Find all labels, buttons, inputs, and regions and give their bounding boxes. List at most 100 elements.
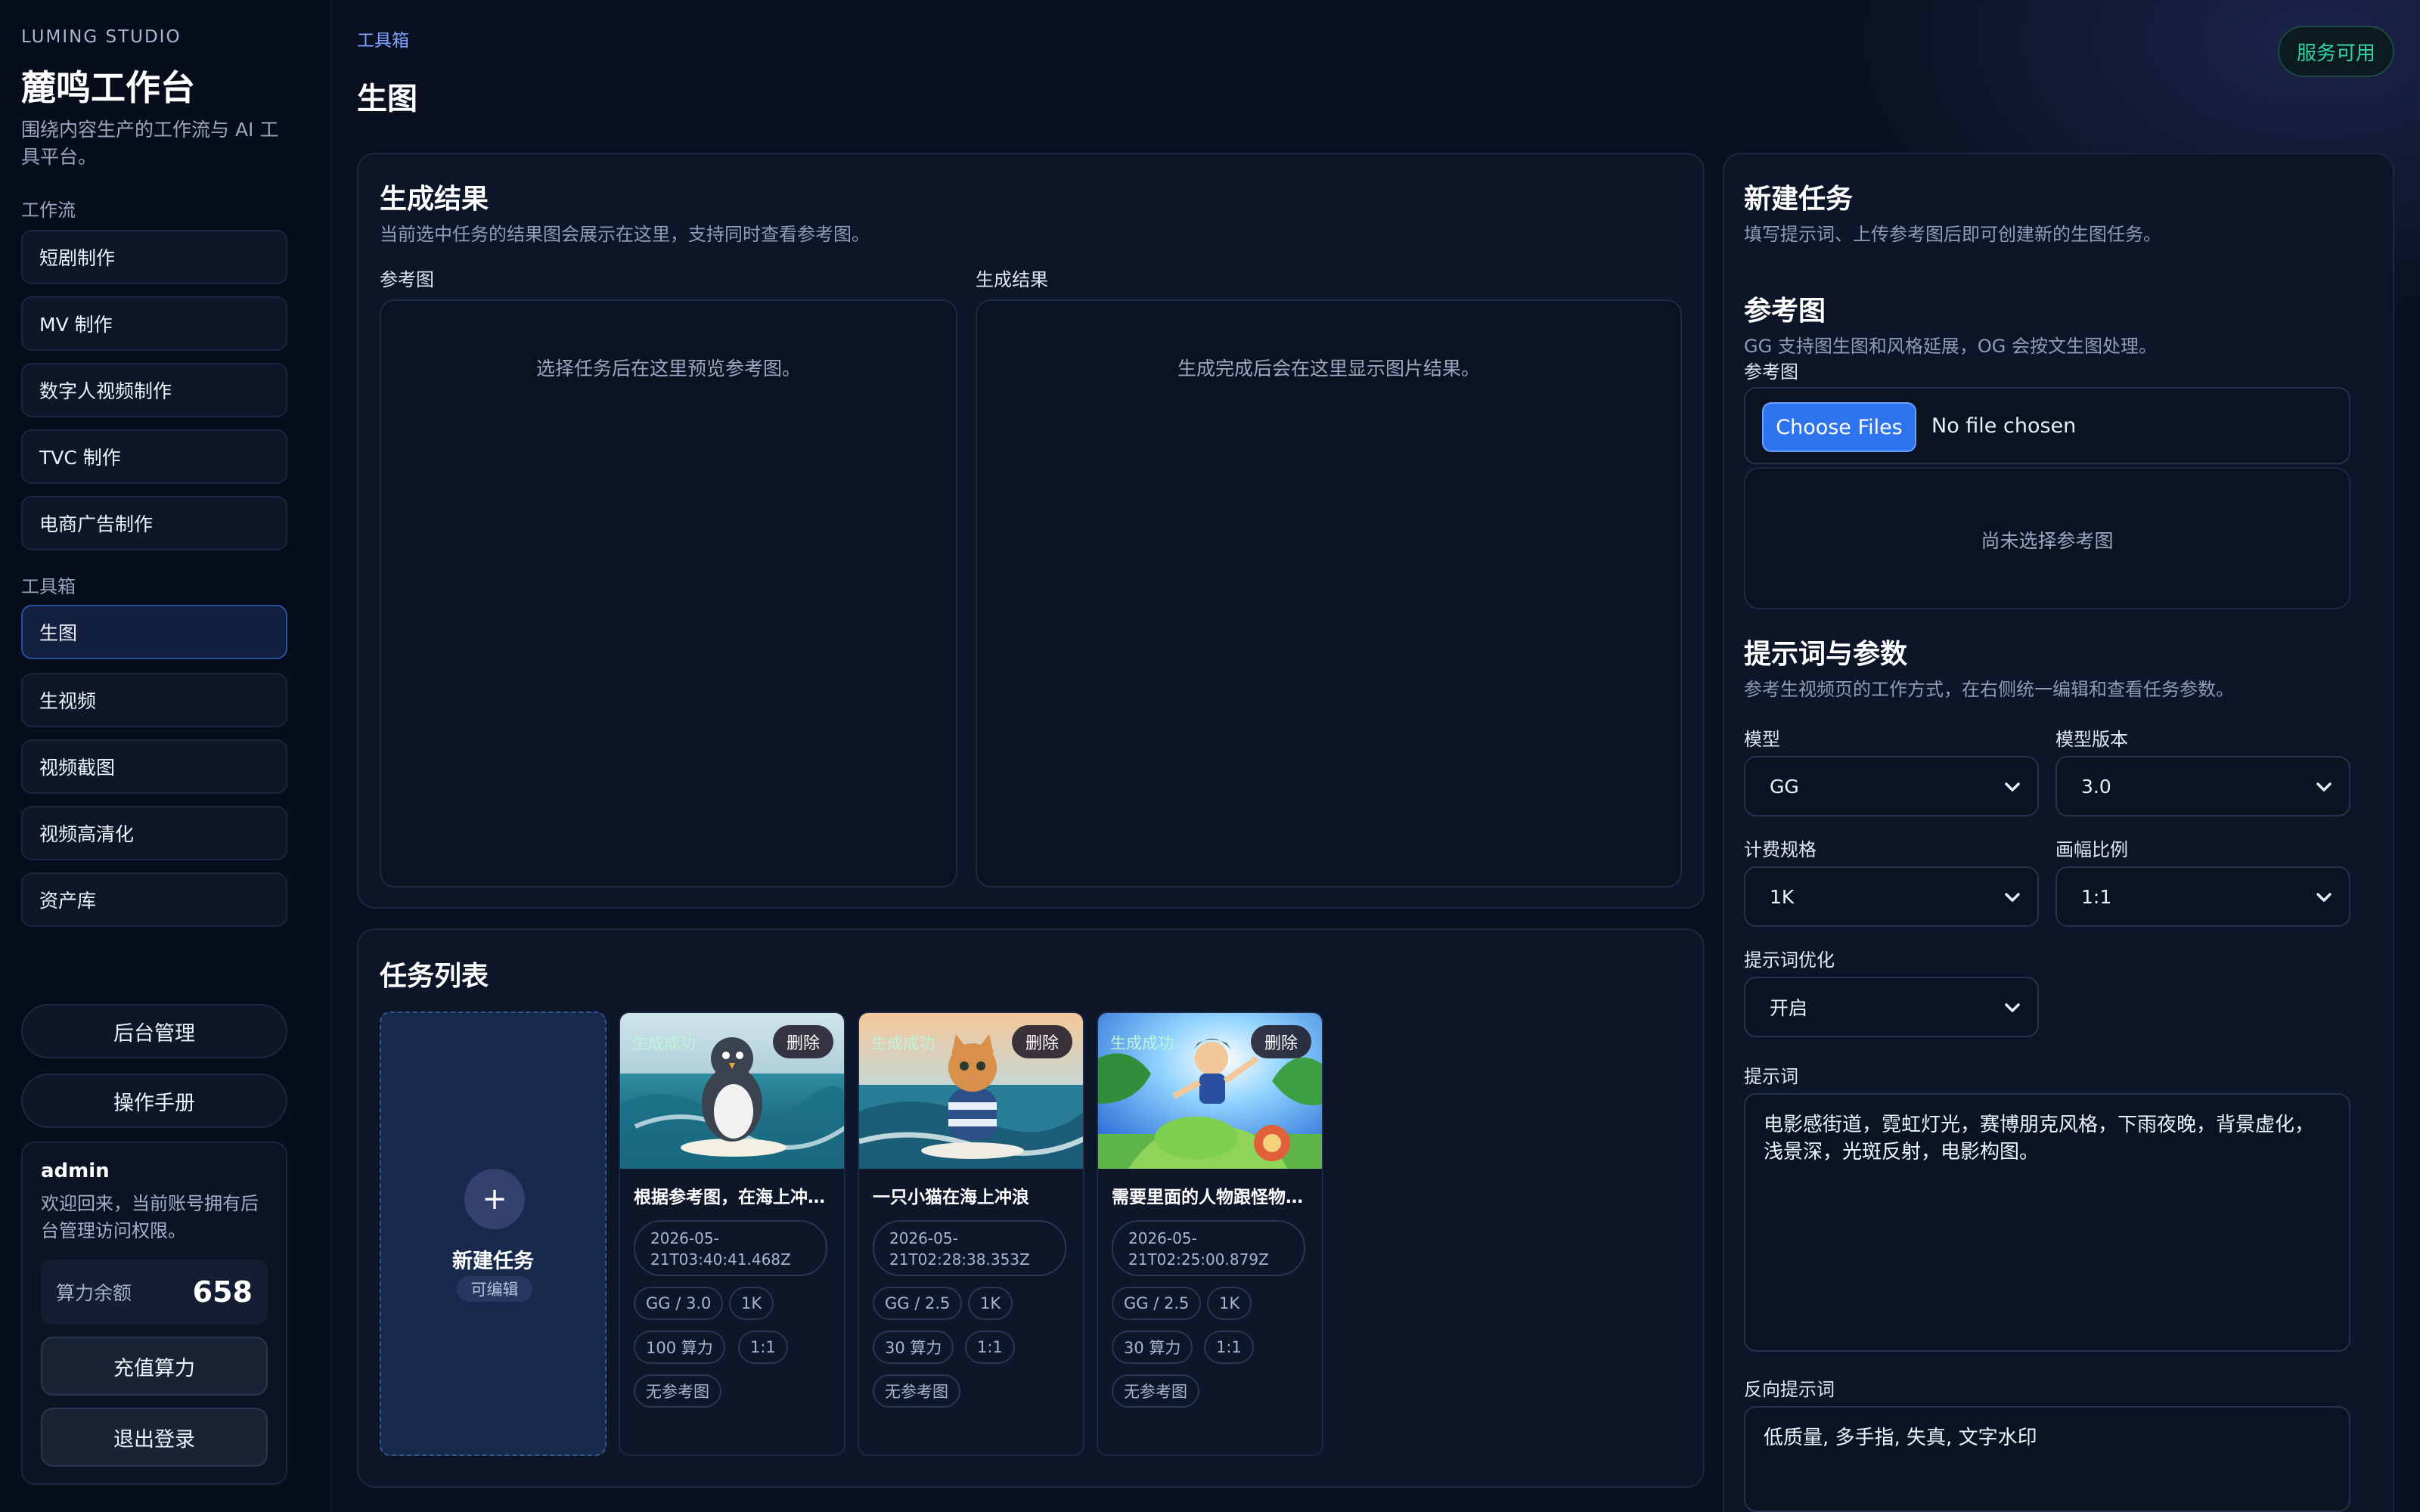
success-badge: 生成成功 (1110, 1034, 1174, 1052)
output-preview: 生成完成后会在这里显示图片结果。 (976, 299, 1682, 888)
sidebar-item-tvc[interactable]: TVC 制作 (21, 429, 287, 484)
optimize-value: 开启 (1770, 997, 1808, 1019)
logout-button[interactable]: 退出登录 (41, 1408, 268, 1467)
reference-label: 参考图 (380, 269, 434, 290)
chevron-down-icon (2005, 893, 2020, 902)
user-description: 欢迎回来，当前账号拥有后台管理访问权限。 (41, 1193, 259, 1241)
delete-button[interactable]: 删除 (1012, 1025, 1072, 1058)
chevron-down-icon (2005, 1003, 2020, 1012)
task-thumbnail[interactable]: 生成成功 删除 (859, 1013, 1083, 1169)
task-thumbnail[interactable]: 生成成功 删除 (620, 1013, 844, 1169)
breadcrumb[interactable]: 工具箱 (357, 26, 409, 51)
status-badge: 服务可用 (2278, 26, 2394, 77)
new-task-card[interactable]: + 新建任务 可编辑 (380, 1012, 607, 1456)
form-subtitle: 填写提示词、上传参考图后即可创建新的生图任务。 (1744, 224, 2161, 245)
version-select[interactable]: 3.0 (2055, 756, 2350, 816)
model-chip: GG / 2.5 (873, 1287, 963, 1320)
prompt-label: 提示词 (1744, 1066, 1798, 1087)
cost-chip: 30 算力 (873, 1331, 954, 1364)
reference-chip: 无参考图 (634, 1374, 721, 1408)
cost-chip: 30 算力 (1112, 1331, 1193, 1364)
delete-button[interactable]: 删除 (1251, 1025, 1311, 1058)
sidebar-item-short-drama[interactable]: 短剧制作 (21, 230, 287, 284)
results-subtitle: 当前选中任务的结果图会展示在这里，支持同时查看参考图。 (380, 224, 870, 245)
ratio-select[interactable]: 1:1 (2055, 866, 2350, 927)
chevron-down-icon (2005, 782, 2020, 792)
params-desc: 参考生视频页的工作方式，在右侧统一编辑和查看任务参数。 (1744, 679, 2234, 700)
task-time: 2026-05-21T02:25:00.879Z (1112, 1220, 1305, 1276)
user-name: admin (41, 1160, 110, 1182)
output-placeholder: 生成完成后会在这里显示图片结果。 (1177, 358, 1480, 380)
reference-chip: 无参考图 (1112, 1374, 1199, 1408)
credit-label: 算力余额 (56, 1282, 132, 1304)
spec-chip: 1K (1207, 1287, 1252, 1320)
spec-select[interactable]: 1K (1744, 866, 2039, 927)
reference-upload-preview: 尚未选择参考图 (1744, 467, 2350, 609)
success-badge: 生成成功 (871, 1034, 935, 1052)
model-select[interactable]: GG (1744, 756, 2039, 816)
sidebar-item-ecommerce-ad[interactable]: 电商广告制作 (21, 496, 287, 550)
chevron-down-icon (2316, 782, 2332, 792)
optimize-select[interactable]: 开启 (1744, 977, 2039, 1037)
sidebar-item-asset-library[interactable]: 资产库 (21, 872, 287, 927)
optimize-label: 提示词优化 (1744, 950, 1835, 971)
page-title: 生图 (357, 82, 417, 116)
model-value: GG (1770, 775, 1799, 798)
chevron-down-icon (2316, 893, 2332, 902)
ratio-chip: 1:1 (965, 1331, 1015, 1364)
prompt-textarea[interactable]: 电影感街道，霓虹灯光，赛博朋克风格，下雨夜晚，背景虚化，浅景深，光斑反射，电影构… (1744, 1093, 2350, 1352)
plus-icon: + (464, 1169, 525, 1229)
ratio-label: 画幅比例 (2055, 839, 2128, 860)
reference-section-desc: GG 支持图生图和风格延展，OG 会按文生图处理。 (1744, 336, 2157, 357)
sidebar: LUMING STUDIO 麓鸣工作台 围绕内容生产的工作流与 AI 工具平台。… (0, 0, 331, 1512)
spec-label: 计费规格 (1744, 839, 1817, 860)
model-chip: GG / 3.0 (634, 1287, 724, 1320)
file-input[interactable]: Choose Files No file chosen (1744, 387, 2350, 464)
task-thumbnail[interactable]: 生成成功 删除 (1098, 1013, 1322, 1169)
user-card: admin 欢迎回来，当前账号拥有后台管理访问权限。 算力余额 658 充值算力… (21, 1142, 287, 1485)
reference-preview: 选择任务后在这里预览参考图。 (380, 299, 957, 888)
task-card[interactable]: 生成成功 删除 一只小猫在海上冲浪 2026-05-21T02:28:38.35… (858, 1012, 1084, 1456)
reference-placeholder: 选择任务后在这里预览参考图。 (535, 358, 801, 380)
task-list-title: 任务列表 (380, 961, 489, 992)
results-title: 生成结果 (380, 184, 489, 215)
model-label: 模型 (1744, 729, 1780, 750)
negative-prompt-label: 反向提示词 (1744, 1379, 1835, 1400)
sidebar-item-mv[interactable]: MV 制作 (21, 296, 287, 351)
version-value: 3.0 (2081, 775, 2111, 798)
delete-button[interactable]: 删除 (773, 1025, 833, 1058)
reference-chip: 无参考图 (873, 1374, 960, 1408)
brand-title: 麓鸣工作台 (21, 67, 195, 108)
reference-section-title: 参考图 (1744, 296, 1826, 327)
new-task-tag: 可编辑 (457, 1276, 532, 1302)
task-card[interactable]: 生成成功 删除 需要里面的人物跟怪物在冒险 2026-05-21T02:25:0… (1097, 1012, 1323, 1456)
no-reference-placeholder: 尚未选择参考图 (1981, 530, 2114, 552)
ratio-value: 1:1 (2081, 885, 2112, 908)
sidebar-item-digital-human[interactable]: 数字人视频制作 (21, 363, 287, 417)
reference-field-label: 参考图 (1744, 361, 1798, 383)
credit-balance: 算力余额 658 (41, 1259, 268, 1325)
sidebar-item-video-gen[interactable]: 生视频 (21, 673, 287, 727)
file-status: No file chosen (1931, 414, 2077, 438)
credit-value: 658 (192, 1275, 253, 1309)
spec-value: 1K (1770, 885, 1795, 908)
spec-chip: 1K (968, 1287, 1013, 1320)
sidebar-item-video-screenshot[interactable]: 视频截图 (21, 739, 287, 794)
version-label: 模型版本 (2055, 729, 2128, 750)
choose-files-button[interactable]: Choose Files (1762, 402, 1916, 452)
recharge-button[interactable]: 充值算力 (41, 1337, 268, 1396)
manual-button[interactable]: 操作手册 (21, 1074, 287, 1128)
negative-prompt-textarea[interactable]: 低质量, 多手指, 失真, 文字水印 (1744, 1406, 2350, 1512)
task-card[interactable]: 生成成功 删除 根据参考图，在海上冲浪的企鹅 2026-05-21T03:40:… (619, 1012, 845, 1456)
cost-chip: 100 算力 (634, 1331, 725, 1364)
ratio-chip: 1:1 (738, 1331, 788, 1364)
task-title: 根据参考图，在海上冲浪的企鹅 (634, 1188, 838, 1207)
sidebar-item-image-gen[interactable]: 生图 (21, 605, 287, 659)
brand-subtitle: LUMING STUDIO (21, 27, 182, 47)
admin-button[interactable]: 后台管理 (21, 1004, 287, 1058)
task-title: 需要里面的人物跟怪物在冒险 (1112, 1188, 1316, 1207)
ratio-chip: 1:1 (1204, 1331, 1254, 1364)
workflow-section-label: 工作流 (21, 200, 76, 221)
sidebar-item-video-upscale[interactable]: 视频高清化 (21, 806, 287, 860)
output-label: 生成结果 (976, 269, 1048, 290)
